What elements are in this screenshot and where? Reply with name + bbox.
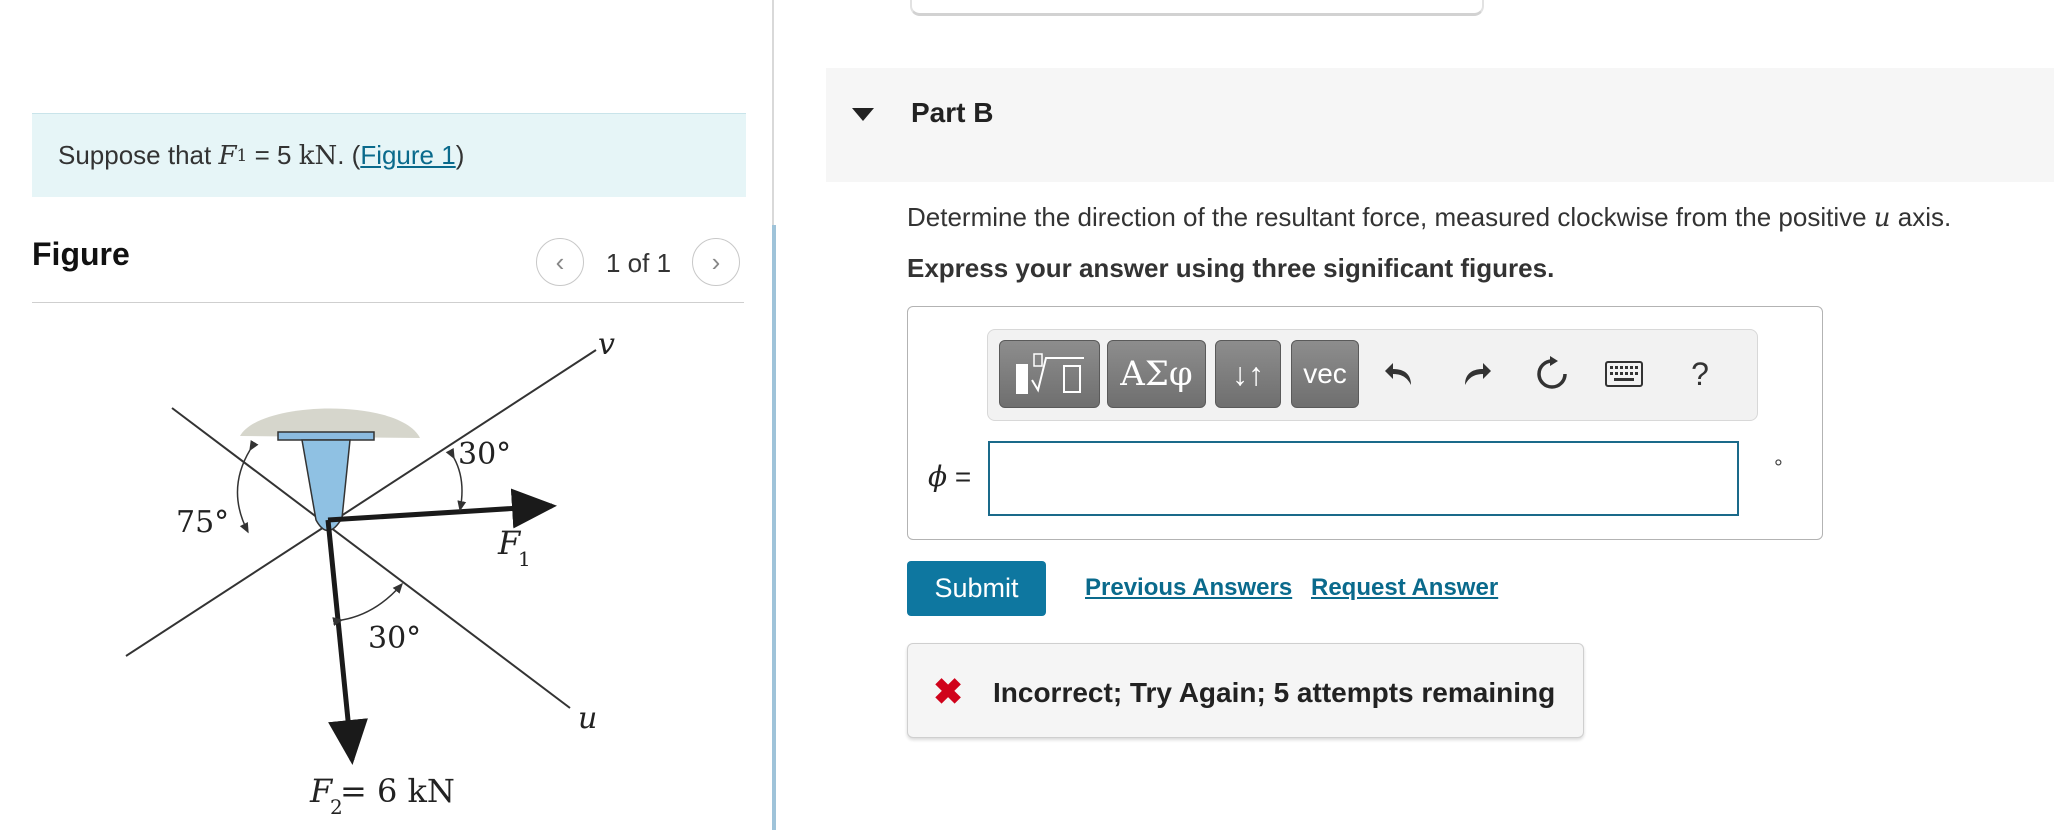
answer-equals: = [947,461,972,492]
incorrect-icon: ✖ [933,671,964,712]
v-axis-line [125,349,597,657]
degree-unit: ° [1774,455,1783,480]
question-pre: Determine the direction of the resultant… [907,202,1867,232]
angle-label-left: 75° [176,505,229,540]
figure-link[interactable]: Figure 1 [360,140,455,171]
angle-label-bottom: 30° [368,621,421,656]
previous-figure-button[interactable]: ‹ [536,238,584,286]
figure-heading: Figure [32,236,130,272]
reset-icon[interactable] [1530,352,1574,396]
question-post: axis. [1897,202,1952,232]
submit-button[interactable]: Submit [907,561,1046,616]
feedback-message: Incorrect; Try Again; 5 attempts remaini… [993,677,1556,708]
force-f2-arrow [325,519,368,765]
next-figure-button[interactable]: › [692,238,740,286]
subscript-superscript-button[interactable]: ↓↑ [1215,340,1281,408]
redo-icon[interactable] [1454,352,1498,396]
f2-value: = 6 kN [340,772,455,810]
templates-icon [1015,353,1084,394]
instruction-text: Express your answer using three signific… [907,253,1555,283]
angle-arc-left [236,439,259,534]
vector-button[interactable]: vec [1291,340,1359,408]
question-text: Determine the direction of the resultant… [907,202,1951,233]
problem-tail: . ( [337,140,361,170]
mount-plate [277,431,375,441]
undo-icon[interactable] [1378,352,1422,396]
force-f1-arrow [327,488,557,529]
force-equals: = 5 [254,140,292,170]
problem-prefix: Suppose that [58,140,212,170]
force-subscript: 1 [236,145,248,166]
scrollbar-track[interactable] [772,225,776,830]
question-var: u [1873,203,1891,233]
help-button[interactable]: ? [1678,352,1722,396]
previous-answers-link[interactable]: Previous Answers [1085,574,1292,602]
v-axis-label: v [598,327,615,362]
answer-input[interactable] [988,441,1739,516]
angle-arc-bottom [332,582,403,626]
greek-symbols-button[interactable]: ΑΣφ [1107,340,1206,408]
templates-button[interactable] [999,340,1100,408]
phi-symbol: ϕ [928,460,948,493]
problem-close: ) [455,140,465,170]
figure-divider [32,302,744,303]
answer-label: ϕ = [928,460,971,493]
caret-down-icon[interactable] [852,108,874,121]
force-diagram: v u 30° 75° 30° F 1 F 2 = 6 kN [125,327,615,819]
request-answer-link[interactable]: Request Answer [1311,574,1498,602]
chevron-right-icon: › [711,246,721,277]
chevron-left-icon: ‹ [555,246,565,277]
problem-statement: Suppose that F1 = 5 kN . (Figure 1) [32,113,746,197]
part-b-title: Part B [911,97,994,128]
f1-subscript: 1 [518,547,531,571]
u-axis-label: u [578,701,597,736]
figure-pager: 1 of 1 [606,248,672,278]
force-unit: kN [298,140,338,171]
previous-part-box-edge [910,0,1484,16]
angle-label-top: 30° [458,437,511,472]
force-variable: F [218,140,237,171]
keyboard-icon[interactable] [1602,352,1646,396]
part-b-header[interactable] [826,68,2054,182]
